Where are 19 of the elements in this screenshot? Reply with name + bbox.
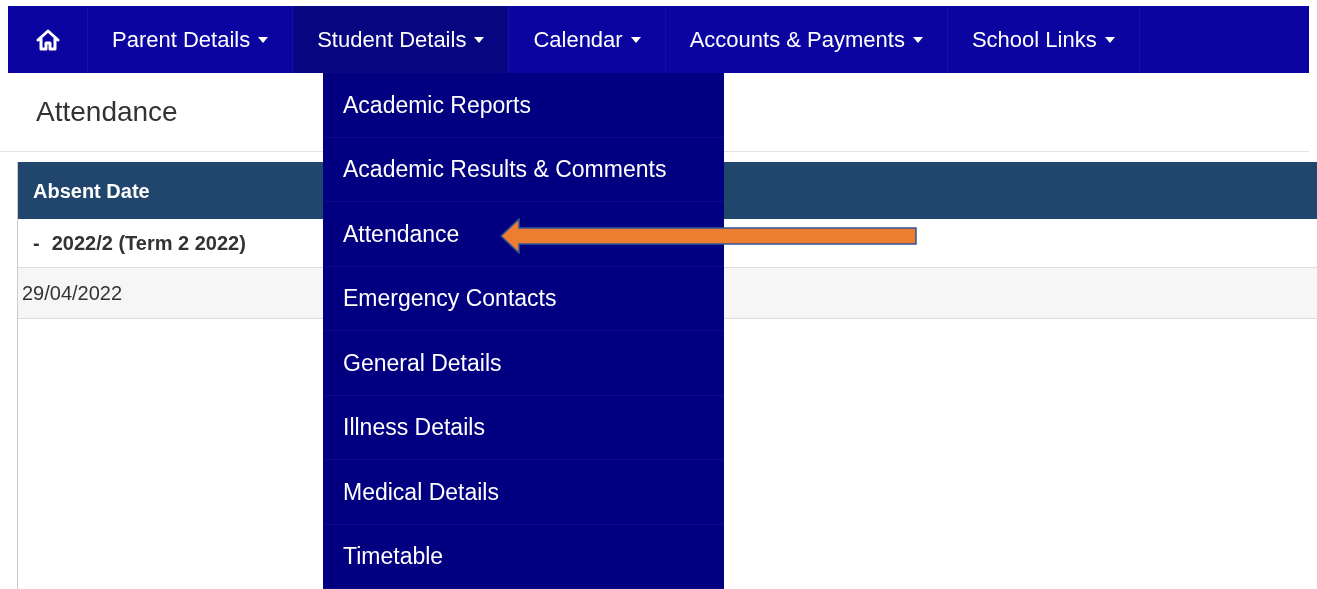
dropdown-item[interactable]: Academic Results & Comments [323,137,724,202]
nav-menu-button[interactable]: Student Details [293,6,510,73]
dropdown-item[interactable]: General Details [323,331,724,396]
dropdown-item[interactable]: Illness Details [323,395,724,460]
table-cell-text: 29/04/2022 [22,281,123,306]
caret-icon [630,36,641,43]
home-icon [34,27,61,52]
dropdown-item[interactable]: Timetable [323,524,724,589]
dropdown-item[interactable]: Emergency Contacts [323,266,724,331]
caret-icon [912,36,923,43]
dropdown-item[interactable]: Academic Reports [323,73,724,138]
caret-icon [258,36,269,43]
caret-icon [1104,36,1115,43]
collapse-toggle[interactable]: - [33,228,40,258]
column-header: Absent Date [33,178,150,204]
page-title: Attendance [36,95,178,129]
group-label: 2022/2 (Term 2 2022) [51,231,246,256]
dropdown-item[interactable]: Medical Details [323,460,724,525]
caret-icon [474,36,485,43]
